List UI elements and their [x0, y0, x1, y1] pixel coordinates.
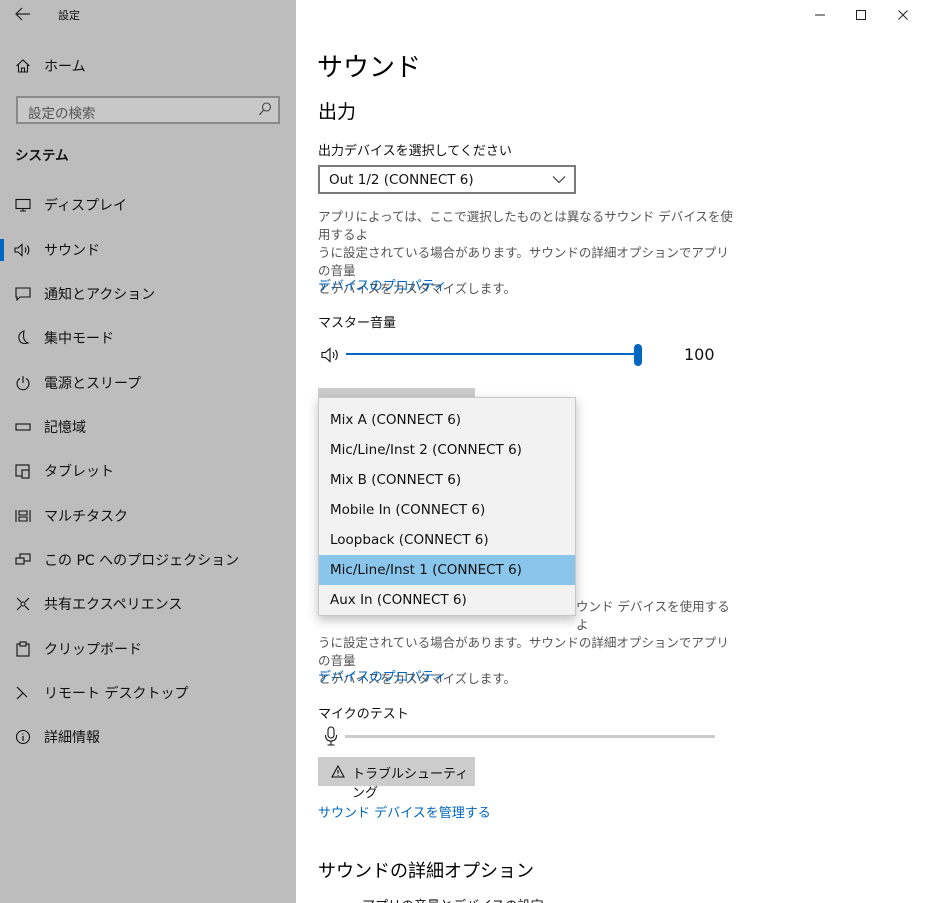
dropdown-option-label: Mic/Line/Inst 2 (CONNECT 6): [330, 442, 522, 458]
slider-fill: [346, 353, 638, 355]
back-arrow-icon: [15, 7, 30, 21]
sidebar-item-projection[interactable]: この PC へのプロジェクション: [0, 540, 296, 580]
search-placeholder: 設定の検索: [28, 106, 96, 122]
info-icon: [14, 728, 32, 746]
moon-icon: [14, 329, 32, 347]
mic-level-meter: [345, 735, 715, 738]
storage-icon: [14, 418, 32, 436]
sidebar-item-label: リモート デスクトップ: [44, 686, 189, 702]
dropdown-option-label: Mix A (CONNECT 6): [330, 412, 462, 428]
close-icon: [898, 10, 908, 20]
app-volume-settings-label: アプリの音量とデバイスの設定: [362, 895, 544, 903]
output-desc-line: アプリによっては、ここで選択したものとは異なるサウンド デバイスを使用するよ: [318, 209, 733, 242]
sidebar-item-label: 通知とアクション: [44, 287, 156, 303]
shared-experience-icon: [14, 595, 32, 613]
sidebar-item-label: ホーム: [44, 59, 86, 75]
dropdown-option-label: Mic/Line/Inst 1 (CONNECT 6): [330, 562, 522, 578]
sidebar-item-tablet[interactable]: タブレット: [0, 451, 296, 491]
slider-thumb[interactable]: [634, 344, 642, 366]
sidebar-item-speaker[interactable]: サウンド: [0, 230, 296, 270]
sidebar-item-clipboard[interactable]: クリップボード: [0, 629, 296, 669]
output-device-properties-link[interactable]: デバイスのプロパティ: [318, 275, 447, 294]
volume-value: 100: [684, 345, 715, 364]
sidebar-item-label: 共有エクスペリエンス: [44, 597, 183, 613]
mic-test-label: マイクのテスト: [318, 707, 409, 722]
sidebar-item-label: マルチタスク: [44, 509, 128, 525]
dropdown-option[interactable]: Mix B (CONNECT 6): [319, 465, 575, 495]
maximize-button[interactable]: [847, 4, 875, 26]
output-heading: 出力: [318, 101, 357, 123]
speaker-icon: [14, 241, 32, 259]
dropdown-option-label: Aux In (CONNECT 6): [330, 592, 467, 608]
dropdown-option[interactable]: Mix A (CONNECT 6): [319, 405, 575, 435]
troubleshoot-button[interactable]: トラブルシューティング: [318, 757, 475, 801]
remote-desktop-icon: [14, 684, 32, 702]
manage-sound-devices-link[interactable]: サウンド デバイスを管理する: [318, 802, 491, 821]
sidebar-item-label: 電源とスリープ: [44, 376, 142, 392]
output-device-label: 出力デバイスを選択してください: [318, 144, 512, 159]
input-desc-line: うに設定されている場合があります。サウンドの詳細オプションでアプリの音量: [318, 635, 729, 668]
microphone-icon: [323, 726, 339, 746]
sidebar-item-label: 集中モード: [44, 331, 114, 347]
dropdown-option-label: Mobile In (CONNECT 6): [330, 502, 486, 518]
sidebar-item-multitask[interactable]: マルチタスク: [0, 496, 296, 536]
sidebar-item-storage[interactable]: 記憶域: [0, 407, 296, 447]
dropdown-option-label: Mix B (CONNECT 6): [330, 472, 462, 488]
dropdown-option-label: Loopback (CONNECT 6): [330, 532, 489, 548]
display-icon: [14, 196, 32, 214]
window-title: 設定: [58, 9, 80, 22]
page-title: サウンド: [317, 53, 422, 83]
sidebar-item-moon[interactable]: 集中モード: [0, 318, 296, 358]
search-icon: [259, 102, 272, 116]
warning-icon: [331, 765, 345, 778]
back-button[interactable]: [12, 4, 34, 24]
app-volume-settings-item[interactable]: アプリの音量とデバイスの設定: [318, 894, 618, 903]
selected-indicator: [0, 239, 4, 261]
troubleshoot-label: トラブルシューティング: [352, 767, 469, 801]
projection-icon: [14, 551, 32, 569]
input-device-properties-link[interactable]: デバイスのプロパティ: [318, 666, 447, 685]
sidebar-item-info[interactable]: 詳細情報: [0, 717, 296, 757]
sidebar-item-label: この PC へのプロジェクション: [44, 553, 240, 569]
clipboard-icon: [14, 640, 32, 658]
sidebar-item-label: 記憶域: [44, 420, 86, 436]
dropdown-option[interactable]: Mobile In (CONNECT 6): [319, 495, 575, 525]
close-button[interactable]: [889, 4, 917, 26]
input-device-dropdown[interactable]: Mix A (CONNECT 6) Mic/Line/Inst 2 (CONNEC…: [318, 397, 576, 616]
sidebar-item-label: 詳細情報: [44, 730, 100, 746]
dropdown-option[interactable]: Loopback (CONNECT 6): [319, 525, 575, 555]
tablet-icon: [14, 462, 32, 480]
output-device-value: Out 1/2 (CONNECT 6): [329, 172, 474, 188]
speaker-icon[interactable]: [320, 346, 342, 364]
sidebar-item-remote-desktop[interactable]: リモート デスクトップ: [0, 673, 296, 713]
sidebar-item-power[interactable]: 電源とスリープ: [0, 363, 296, 403]
section-label: システム: [15, 148, 69, 164]
master-volume-slider[interactable]: [346, 344, 642, 366]
sidebar-item-shared-experience[interactable]: 共有エクスペリエンス: [0, 584, 296, 624]
chevron-down-icon: [552, 176, 566, 184]
sidebar: 設定 ホーム 設定の検索 システム ディスプレイ サウンド通知とアクション 集中モー…: [0, 0, 296, 903]
power-icon: [14, 374, 32, 392]
settings-search-input[interactable]: 設定の検索: [16, 96, 280, 124]
advanced-options-heading: サウンドの詳細オプション: [318, 861, 534, 882]
maximize-icon: [856, 10, 866, 20]
output-device-select[interactable]: Out 1/2 (CONNECT 6): [318, 165, 576, 194]
sidebar-item-label: クリップボード: [44, 642, 142, 658]
dropdown-option[interactable]: Mic/Line/Inst 1 (CONNECT 6): [319, 555, 575, 585]
dropdown-option[interactable]: Mic/Line/Inst 2 (CONNECT 6): [319, 435, 575, 465]
sidebar-item-display[interactable]: ディスプレイ: [0, 185, 296, 225]
dropdown-option[interactable]: Aux In (CONNECT 6): [319, 585, 575, 615]
sidebar-item-label: タブレット: [44, 464, 114, 480]
sidebar-item-home[interactable]: ホーム: [0, 46, 296, 86]
minimize-button[interactable]: [806, 4, 834, 26]
sidebar-item-label: ディスプレイ: [44, 198, 128, 214]
minimize-icon: [815, 14, 825, 16]
sidebar-item-notification[interactable]: 通知とアクション: [0, 274, 296, 314]
master-volume-label: マスター音量: [318, 316, 397, 331]
multitask-icon: [14, 507, 32, 525]
home-icon: [14, 57, 32, 75]
notification-icon: [14, 285, 32, 303]
sidebar-item-label: サウンド: [44, 243, 100, 259]
